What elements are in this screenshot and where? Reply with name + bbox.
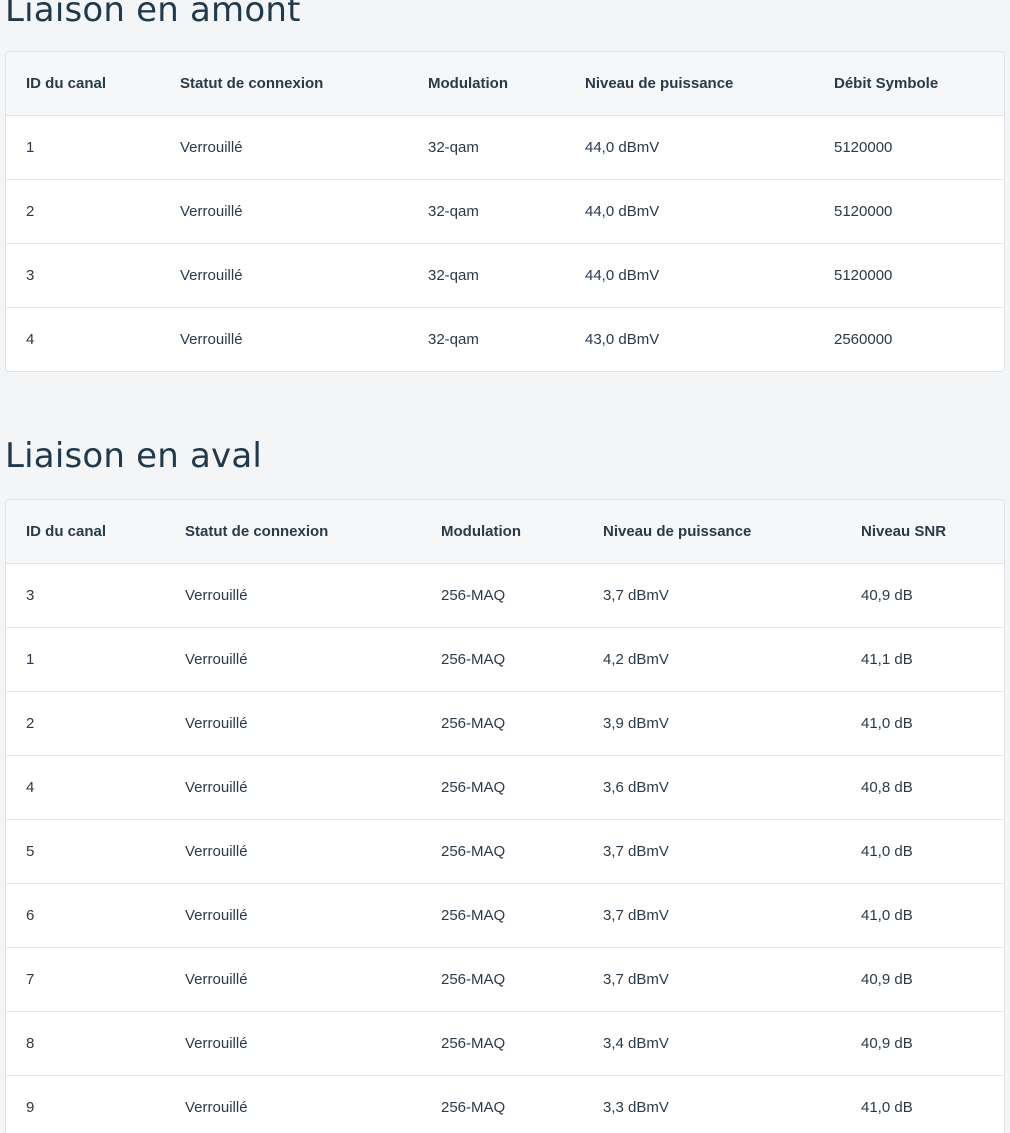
upstream-cell-value: 5120000 [814,243,1004,308]
upstream-cell-modulation: 32-qam [408,179,565,244]
downstream-cell-power-level: 4,2 dBmV [583,627,841,692]
downstream-cell-channel-id: 7 [6,947,165,1012]
downstream-cell-connection-status: Verrouillé [165,691,421,756]
downstream-table-card: ID du canal Statut de connexion Modulati… [5,499,1005,1133]
upstream-cell-value: 5120000 [814,115,1004,180]
upstream-header-row: ID du canal Statut de connexion Modulati… [6,52,1004,116]
downstream-cell-modulation: 256-MAQ [421,819,583,884]
upstream-cell-connection-status: Verrouillé [160,179,408,244]
downstream-title: Liaison en aval [5,436,263,476]
downstream-header-snr-level: Niveau SNR [841,500,1004,564]
downstream-table-row: 8 Verrouillé 256-MAQ 3,4 dBmV 40,9 dB [6,1011,1004,1076]
downstream-cell-value: 41,0 dB [841,691,1004,756]
downstream-table: ID du canal Statut de connexion Modulati… [6,500,1004,1133]
downstream-cell-value: 40,9 dB [841,563,1004,628]
upstream-table-row: 1 Verrouillé 32-qam 44,0 dBmV 5120000 [6,115,1004,180]
upstream-table-row: 3 Verrouillé 32-qam 44,0 dBmV 5120000 [6,243,1004,308]
downstream-cell-modulation: 256-MAQ [421,947,583,1012]
upstream-header-power-level: Niveau de puissance [565,52,814,116]
downstream-cell-modulation: 256-MAQ [421,883,583,948]
upstream-cell-value: 5120000 [814,179,1004,244]
upstream-header-channel-id: ID du canal [6,52,160,116]
downstream-cell-modulation: 256-MAQ [421,1011,583,1076]
downstream-cell-channel-id: 3 [6,563,165,628]
downstream-cell-channel-id: 8 [6,1011,165,1076]
downstream-cell-connection-status: Verrouillé [165,819,421,884]
upstream-cell-power-level: 44,0 dBmV [565,179,814,244]
downstream-cell-connection-status: Verrouillé [165,755,421,820]
downstream-cell-connection-status: Verrouillé [165,883,421,948]
downstream-cell-connection-status: Verrouillé [185,1099,248,1116]
downstream-cell-power-level: 3,4 dBmV [583,1011,841,1076]
downstream-cell-power-level: 3,3 dBmV [603,1099,669,1116]
downstream-cell-channel-id: 1 [6,627,165,692]
downstream-cell-modulation: 256-MAQ [421,627,583,692]
upstream-table-row: 2 Verrouillé 32-qam 44,0 dBmV 5120000 [6,179,1004,244]
upstream-table-card: ID du canal Statut de connexion Modulati… [5,51,1005,372]
upstream-title: Liaison en amont [5,0,301,30]
downstream-cell-power-level: 3,9 dBmV [583,691,841,756]
downstream-cell-modulation: 256-MAQ [421,563,583,628]
upstream-cell-power-level: 43,0 dBmV [585,331,660,348]
downstream-table-row: 4 Verrouillé 256-MAQ 3,6 dBmV 40,8 dB [6,755,1004,820]
upstream-cell-modulation: 32-qam [408,243,565,308]
downstream-cell-connection-status: Verrouillé [165,947,421,1012]
downstream-cell-value: 41,1 dB [841,627,1004,692]
downstream-cell-channel-id: 9 [26,1099,35,1116]
downstream-cell-power-level: 3,7 dBmV [583,563,841,628]
downstream-table-row: 1 Verrouillé 256-MAQ 4,2 dBmV 41,1 dB [6,627,1004,692]
downstream-table-row: 2 Verrouillé 256-MAQ 3,9 dBmV 41,0 dB [6,691,1004,756]
downstream-cell-modulation: 256-MAQ [441,1099,506,1116]
upstream-cell-power-level: 44,0 dBmV [565,243,814,308]
upstream-header-symbol-rate: Débit Symbole [814,52,1004,116]
downstream-header-connection-status: Statut de connexion [165,500,421,564]
downstream-header-power-level: Niveau de puissance [583,500,841,564]
upstream-cell-connection-status: Verrouillé [180,331,243,348]
upstream-cell-channel-id: 2 [6,179,160,244]
upstream-header-connection-status: Statut de connexion [160,52,408,116]
downstream-table-row: 3 Verrouillé 256-MAQ 3,7 dBmV 40,9 dB [6,563,1004,628]
upstream-table-body: 1 Verrouillé 32-qam 44,0 dBmV 5120000 2 Verrou… [6,115,1004,372]
upstream-cell-connection-status: Verrouillé [160,243,408,308]
downstream-cell-channel-id: 2 [6,691,165,756]
downstream-cell-channel-id: 6 [6,883,165,948]
upstream-header-modulation: Modulation [408,52,565,116]
upstream-cell-channel-id: 1 [6,115,160,180]
page: Liaison en amont ID du canal Statut de c… [0,0,1010,1133]
downstream-cell-connection-status: Verrouillé [165,627,421,692]
downstream-cell-modulation: 256-MAQ [421,691,583,756]
downstream-cell-value: 40,9 dB [841,947,1004,1012]
upstream-table: ID du canal Statut de connexion Modulati… [6,52,1004,371]
downstream-header-channel-id: ID du canal [6,500,165,564]
downstream-table-row: 6 Verrouillé 256-MAQ 3,7 dBmV 41,0 dB [6,883,1004,948]
downstream-cell-value: 41,0 dB [841,819,1004,884]
downstream-header-modulation: Modulation [421,500,583,564]
downstream-cell-channel-id: 4 [6,755,165,820]
downstream-cell-modulation: 256-MAQ [421,755,583,820]
downstream-table-row: 5 Verrouillé 256-MAQ 3,7 dBmV 41,0 dB [6,819,1004,884]
downstream-table-row: 7 Verrouillé 256-MAQ 3,7 dBmV 40,9 dB [6,947,1004,1012]
upstream-cell-channel-id: 4 [26,331,35,348]
downstream-cell-channel-id: 5 [6,819,165,884]
upstream-cell-modulation: 32-qam [428,331,479,348]
downstream-table-row: 9 Verrouillé 256-MAQ 3,3 dBmV 41,0 dB [6,1076,1004,1133]
downstream-cell-connection-status: Verrouillé [165,563,421,628]
upstream-cell-connection-status: Verrouillé [160,115,408,180]
downstream-cell-value: 40,9 dB [841,1011,1004,1076]
upstream-cell-power-level: 44,0 dBmV [565,115,814,180]
downstream-table-body: 3 Verrouillé 256-MAQ 3,7 dBmV 40,9 dB 1 Verrou… [6,563,1004,1133]
downstream-cell-power-level: 3,7 dBmV [583,819,841,884]
downstream-header-row: ID du canal Statut de connexion Modulati… [6,500,1004,564]
upstream-cell-channel-id: 3 [6,243,160,308]
upstream-cell-value: 2560000 [834,331,893,348]
downstream-cell-value: 40,8 dB [841,755,1004,820]
downstream-cell-power-level: 3,7 dBmV [583,883,841,948]
downstream-cell-power-level: 3,6 dBmV [583,755,841,820]
upstream-cell-modulation: 32-qam [408,115,565,180]
downstream-cell-connection-status: Verrouillé [165,1011,421,1076]
downstream-cell-value: 41,0 dB [841,883,1004,948]
downstream-cell-power-level: 3,7 dBmV [583,947,841,1012]
downstream-cell-value: 41,0 dB [861,1099,913,1116]
upstream-table-row: 4 Verrouillé 32-qam 43,0 dBmV 2560000 [6,308,1004,372]
